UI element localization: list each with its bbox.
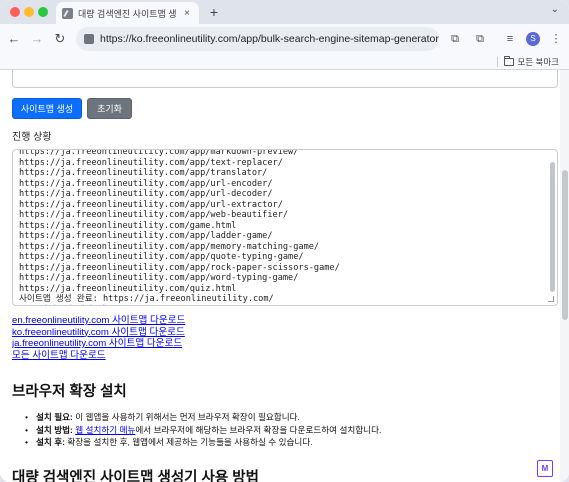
forward-button[interactable]: → (29, 31, 45, 47)
tab-active[interactable]: 대량 검색엔진 사이트맵 생성기 - 브 × (56, 2, 199, 24)
log-scrollbar-thumb[interactable] (550, 162, 555, 292)
download-sitemap-link[interactable]: ko.freeonlineutility.com 사이트맵 다운로드 (12, 327, 185, 339)
url-input-textarea[interactable] (12, 70, 558, 88)
generate-sitemap-button[interactable]: 사이트맵 생성 (12, 98, 82, 119)
item-label: 설치 필요: (36, 412, 73, 422)
item-text: 확장을 설치한 후, 웹앱에서 제공하는 기능들을 사용하실 수 있습니다. (64, 437, 313, 447)
minimize-window-button[interactable] (24, 7, 34, 17)
browser-toolbar: ← → ↻ https://ko.freeonlineutility.com/a… (0, 24, 569, 54)
folder-icon (503, 56, 514, 66)
back-button[interactable]: ← (6, 31, 22, 47)
download-sitemap-link[interactable]: en.freeonlineutility.com 사이트맵 다운로드 (12, 315, 185, 327)
extension-list: 설치 필요: 이 웹앱을 사용하기 위해서는 먼저 브라우저 확장이 필요합니다… (24, 411, 381, 449)
browser-window: 대량 검색엔진 사이트맵 생성기 - 브 × + ⌄ ← → ↻ https:/… (0, 0, 569, 482)
download-links: en.freeonlineutility.com 사이트맵 다운로드 ko.fre… (12, 315, 185, 361)
log-line: https://ja.freeonlineutility.com/app/roc… (19, 262, 340, 273)
tab-close-icon[interactable]: × (181, 8, 193, 19)
bookmarks-bar: 모든 북마크 (0, 54, 569, 70)
all-bookmarks-button[interactable]: 모든 북마크 (503, 56, 559, 68)
item-label: 설치 후: (36, 437, 65, 447)
page-scrollbar-thumb[interactable] (562, 170, 568, 320)
log-line: https://ja.freeonlineutility.com/app/tex… (19, 157, 283, 168)
item-text: 에서 브라우저에 해당하는 브라우저 확장을 다운로드하여 설치합니다. (135, 424, 382, 435)
media-control-icon[interactable]: ≡ (503, 32, 517, 46)
extension-icon[interactable]: ⧉ (448, 32, 462, 46)
log-line: https://ja.freeonlineutility.com/app/mem… (19, 241, 320, 252)
log-line: https://ja.freeonlineutility.com/app/wor… (19, 273, 299, 283)
profile-avatar[interactable]: S (526, 32, 540, 46)
all-bookmarks-label: 모든 북마크 (517, 57, 559, 67)
list-item: 설치 후: 확장을 설치한 후, 웹앱에서 제공하는 기능들을 사용하실 수 있… (24, 436, 381, 449)
address-bar[interactable]: https://ko.freeonlineutility.com/app/bul… (76, 27, 439, 51)
log-line: https://ja.freeonlineutility.com/app/quo… (19, 252, 304, 262)
log-scrollbar[interactable] (550, 154, 555, 300)
bookmarks-divider (497, 57, 498, 67)
resize-handle-icon[interactable] (548, 296, 554, 302)
list-item: 설치 필요: 이 웹앱을 사용하기 위해서는 먼저 브라우저 확장이 필요합니다… (24, 411, 381, 424)
url-text[interactable]: https://ko.freeonlineutility.com/app/bul… (100, 33, 439, 45)
log-line: https://ja.freeonlineutility.com/app/tra… (19, 168, 268, 178)
maximize-window-button[interactable] (38, 7, 48, 17)
usage-heading: 대량 검색엔진 사이트맵 생성기 사용 방법 (12, 470, 259, 482)
item-text: 이 웹앱을 사용하기 위해서는 먼저 브라우저 확장이 필요합니다. (72, 412, 300, 422)
log-line: 사이트맵 생성 완료: https://ja.freeonlineutility… (19, 294, 274, 304)
download-sitemap-link[interactable]: ja.freeonlineutility.com 사이트맵 다운로드 (12, 338, 185, 350)
log-line: https://ja.freeonlineutility.com/app/url… (19, 199, 283, 210)
log-line: https://ja.freeonlineutility.com/app/url… (19, 189, 273, 199)
site-favicon-icon (62, 7, 73, 19)
page-scrollbar[interactable] (560, 70, 569, 482)
progress-log-textarea[interactable]: https://ja.freeonlineutility.com/app/mar… (12, 149, 558, 306)
tab-strip: 대량 검색엔진 사이트맵 생성기 - 브 × + ⌄ (0, 0, 569, 24)
install-menu-link[interactable]: 웹 설치하기 메뉴 (75, 425, 135, 435)
list-item: 설치 방법: 웹 설치하기 메뉴에서 브라우저에 해당하는 브라우저 확장을 다… (24, 424, 381, 437)
reload-button[interactable]: ↻ (52, 31, 68, 47)
extensions-puzzle-icon[interactable]: ⧉ (473, 32, 487, 46)
download-all-sitemaps-link[interactable]: 모든 사이트맵 다운로드 (12, 350, 185, 362)
tab-title: 대량 검색엔진 사이트맵 생성기 - 브 (78, 8, 176, 19)
floating-extension-badge[interactable]: M (537, 460, 553, 477)
log-line: https://ja.freeonlineutility.com/app/web… (19, 210, 289, 220)
browser-menu-icon[interactable]: ⋮ (549, 32, 563, 46)
close-window-button[interactable] (10, 7, 20, 17)
progress-label: 진행 상황 (12, 132, 52, 143)
log-line: https://ja.freeonlineutility.com/app/mar… (19, 149, 299, 157)
page-content: 사이트맵 생성 초기화 진행 상황 https://ja.freeonlineu… (0, 70, 569, 482)
log-line: https://ja.freeonlineutility.com/quiz.ht… (19, 283, 237, 294)
log-line: 모든 사이트맵 생성 완료 (13, 305, 340, 306)
log-line: https://ja.freeonlineutility.com/app/url… (19, 178, 273, 189)
extension-heading: 브라우저 확장 설치 (12, 384, 127, 400)
new-tab-button[interactable]: + (206, 4, 222, 20)
log-lines: https://ja.freeonlineutility.com/app/mar… (13, 149, 340, 306)
item-label: 설치 방법: (36, 424, 73, 435)
reset-button[interactable]: 초기화 (87, 98, 132, 119)
log-line: https://ja.freeonlineutility.com/app/lad… (19, 231, 273, 241)
tab-search-chevron-icon[interactable]: ⌄ (551, 4, 559, 15)
site-info-icon[interactable] (84, 34, 94, 44)
log-line: https://ja.freeonlineutility.com/game.ht… (19, 220, 237, 231)
